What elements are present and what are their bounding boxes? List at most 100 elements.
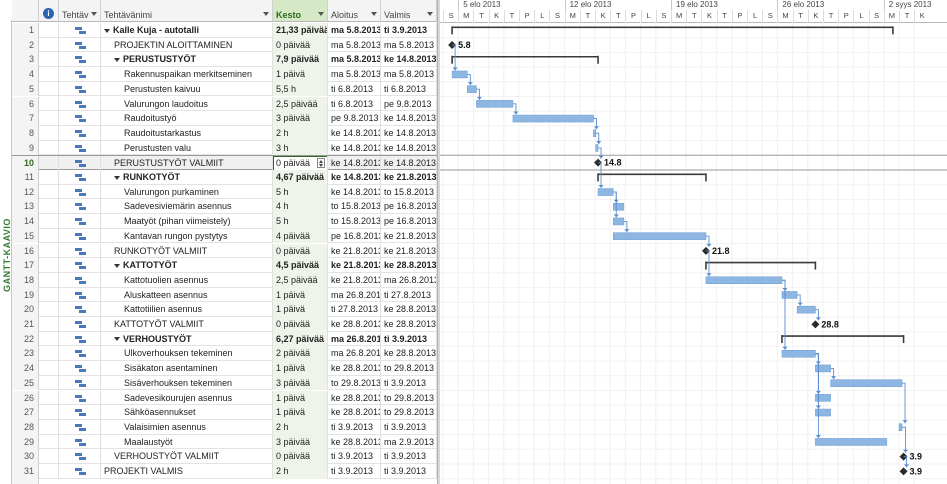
task-row[interactable]: 28 Valaisimien asennus 2 h ti 3.9.2013 ti 3.… bbox=[12, 419, 437, 435]
indicators-header[interactable]: i bbox=[39, 0, 59, 22]
start-cell[interactable]: ma 26.8.2013 bbox=[328, 287, 381, 303]
row-id[interactable]: 29 bbox=[12, 434, 39, 450]
start-cell[interactable]: ke 21.8.2013 bbox=[328, 272, 381, 288]
collapse-triangle-icon[interactable] bbox=[104, 28, 110, 33]
duration-cell[interactable]: 2,5 päivää bbox=[273, 272, 328, 288]
duration-cell[interactable]: 2 h bbox=[273, 464, 328, 479]
task-row[interactable]: 30 VERHOUSTYÖT VALMIIT 0 päivää ti 3.9.2013… bbox=[12, 449, 437, 464]
start-cell[interactable]: ti 3.9.2013 bbox=[328, 419, 381, 435]
duration-cell[interactable]: 4 h bbox=[273, 199, 328, 215]
task-name-cell[interactable]: Raudoitustyö bbox=[101, 111, 273, 126]
start-cell[interactable]: ke 28.8.2013 bbox=[328, 405, 381, 420]
task-row[interactable]: 24 Sisäkaton asentaminen 1 päivä ke 28.8.20… bbox=[12, 361, 437, 376]
start-cell[interactable]: to 29.8.2013 bbox=[328, 375, 381, 391]
task-row[interactable]: 23 Ulkoverhouksen tekeminen 2 päivää ma 26.… bbox=[12, 346, 437, 362]
row-id[interactable]: 5 bbox=[12, 81, 39, 97]
start-cell[interactable]: ti 27.8.2013 bbox=[328, 302, 381, 317]
start-cell[interactable]: ke 14.8.2013 bbox=[328, 125, 381, 141]
finish-cell[interactable]: pe 16.8.2013 bbox=[381, 214, 437, 229]
duration-cell[interactable]: 3 päivää bbox=[273, 111, 328, 126]
row-id[interactable]: 18 bbox=[12, 272, 39, 288]
duration-header[interactable]: Kesto bbox=[273, 0, 328, 22]
row-id[interactable]: 22 bbox=[12, 331, 39, 347]
task-mode-cell[interactable] bbox=[59, 405, 101, 420]
row-id[interactable]: 16 bbox=[12, 243, 39, 259]
finish-cell[interactable]: ke 28.8.2013 bbox=[381, 317, 437, 332]
row-id[interactable]: 30 bbox=[12, 449, 39, 464]
task-name-cell[interactable]: VERHOUSTYÖT VALMIIT bbox=[101, 449, 273, 464]
row-id[interactable]: 17 bbox=[12, 258, 39, 273]
row-id[interactable]: 7 bbox=[12, 111, 39, 126]
duration-cell[interactable]: 0 päivää bbox=[273, 37, 328, 53]
finish-cell[interactable]: ti 3.9.2013 bbox=[381, 449, 437, 464]
task-name-cell[interactable]: Valaisimien asennus bbox=[101, 419, 273, 435]
duration-cell[interactable]: 2 h bbox=[273, 419, 328, 435]
start-cell[interactable]: ti 3.9.2013 bbox=[328, 464, 381, 479]
task-name-cell[interactable]: RUNKOTYÖT VALMIIT bbox=[101, 243, 273, 259]
finish-cell[interactable]: ma 5.8.2013 bbox=[381, 67, 437, 82]
task-row[interactable]: 31 PROJEKTI VALMIS 2 h ti 3.9.2013 ti 3.9.20… bbox=[12, 464, 437, 479]
task-name-cell[interactable]: Valurungon purkaminen bbox=[101, 184, 273, 200]
collapse-triangle-icon[interactable] bbox=[114, 58, 120, 63]
finish-cell[interactable]: ti 3.9.2013 bbox=[381, 23, 437, 38]
task-mode-cell[interactable] bbox=[59, 52, 101, 68]
finish-cell[interactable]: ke 14.8.2013 bbox=[381, 140, 437, 156]
task-name-cell[interactable]: Sähköasennukset bbox=[101, 405, 273, 420]
row-id[interactable]: 13 bbox=[12, 199, 39, 215]
chevron-down-icon[interactable] bbox=[371, 12, 377, 16]
task-name-cell[interactable]: Sadevesiviemärin asennus bbox=[101, 199, 273, 215]
finish-cell[interactable]: ti 27.8.2013 bbox=[381, 287, 437, 303]
task-name-cell[interactable]: Maatyöt (pihan viimeistely) bbox=[101, 214, 273, 229]
row-id[interactable]: 25 bbox=[12, 375, 39, 391]
duration-cell[interactable]: 0 päivää bbox=[273, 243, 328, 259]
task-name-cell[interactable]: Perustusten valu bbox=[101, 140, 273, 156]
finish-cell[interactable]: ma 5.8.2013 bbox=[381, 37, 437, 53]
start-cell[interactable]: ke 14.8.2013 bbox=[328, 184, 381, 200]
finish-cell[interactable]: ke 28.8.2013 bbox=[381, 258, 437, 273]
row-id[interactable]: 14 bbox=[12, 214, 39, 229]
start-cell[interactable]: to 15.8.2013 bbox=[328, 214, 381, 229]
task-mode-cell[interactable] bbox=[59, 125, 101, 141]
finish-cell[interactable]: ke 28.8.2013 bbox=[381, 346, 437, 362]
task-row[interactable]: 3 PERUSTUSTYÖT 7,9 päivää ma 5.8.2013 ke 14.… bbox=[12, 52, 437, 68]
task-mode-cell[interactable] bbox=[59, 214, 101, 229]
task-name-cell[interactable]: Sadevesikourujen asennus bbox=[101, 390, 273, 406]
row-id[interactable]: 9 bbox=[12, 140, 39, 156]
task-name-cell[interactable]: Raudoitustarkastus bbox=[101, 125, 273, 141]
duration-cell[interactable]: 1 päivä bbox=[273, 390, 328, 406]
task-row[interactable]: 22 VERHOUSTYÖT 6,27 päivää ma 26.8.2013 ti 3… bbox=[12, 331, 437, 347]
start-cell[interactable]: ke 28.8.2013 bbox=[328, 361, 381, 376]
task-mode-cell[interactable] bbox=[59, 81, 101, 97]
row-id[interactable]: 28 bbox=[12, 419, 39, 435]
task-row[interactable]: 21 KATTOTYÖT VALMIIT 0 päivää ke 28.8.2013 k… bbox=[12, 317, 437, 332]
start-cell[interactable]: ke 28.8.2013 bbox=[328, 390, 381, 406]
finish-cell[interactable]: to 29.8.2013 bbox=[381, 405, 437, 420]
task-mode-cell[interactable] bbox=[59, 302, 101, 317]
task-row[interactable]: 25 Sisäverhouksen tekeminen 3 päivää to 29.… bbox=[12, 375, 437, 391]
row-id[interactable]: 6 bbox=[12, 96, 39, 112]
row-id[interactable]: 27 bbox=[12, 405, 39, 420]
task-mode-header[interactable]: Tehtäv bbox=[59, 0, 101, 22]
task-mode-cell[interactable] bbox=[59, 419, 101, 435]
finish-cell[interactable]: ti 6.8.2013 bbox=[381, 81, 437, 97]
task-row[interactable]: 20 Kattotiilien asennus 1 päivä ti 27.8.201… bbox=[12, 302, 437, 317]
start-cell[interactable]: ti 3.9.2013 bbox=[328, 449, 381, 464]
start-cell[interactable]: ke 28.8.2013 bbox=[328, 434, 381, 450]
start-cell[interactable]: ma 5.8.2013 bbox=[328, 67, 381, 82]
row-id[interactable]: 12 bbox=[12, 184, 39, 200]
start-header[interactable]: Aloitus bbox=[328, 0, 381, 22]
start-cell[interactable]: ke 14.8.2013 bbox=[328, 156, 381, 171]
duration-cell[interactable]: 21,33 päivää bbox=[273, 23, 328, 38]
row-id[interactable]: 11 bbox=[12, 170, 39, 185]
task-mode-cell[interactable] bbox=[59, 390, 101, 406]
start-cell[interactable]: pe 16.8.2013 bbox=[328, 228, 381, 244]
finish-cell[interactable]: ke 21.8.2013 bbox=[381, 170, 437, 185]
task-mode-cell[interactable] bbox=[59, 258, 101, 273]
duration-cell[interactable]: 6,27 päivää bbox=[273, 331, 328, 347]
row-id[interactable] bbox=[12, 478, 39, 484]
finish-cell[interactable]: ti 3.9.2013 bbox=[381, 464, 437, 479]
task-mode-cell[interactable] bbox=[59, 243, 101, 259]
finish-cell[interactable]: ti 3.9.2013 bbox=[381, 375, 437, 391]
start-cell[interactable]: ma 5.8.2013 bbox=[328, 52, 381, 68]
finish-cell[interactable]: pe 16.8.2013 bbox=[381, 199, 437, 215]
